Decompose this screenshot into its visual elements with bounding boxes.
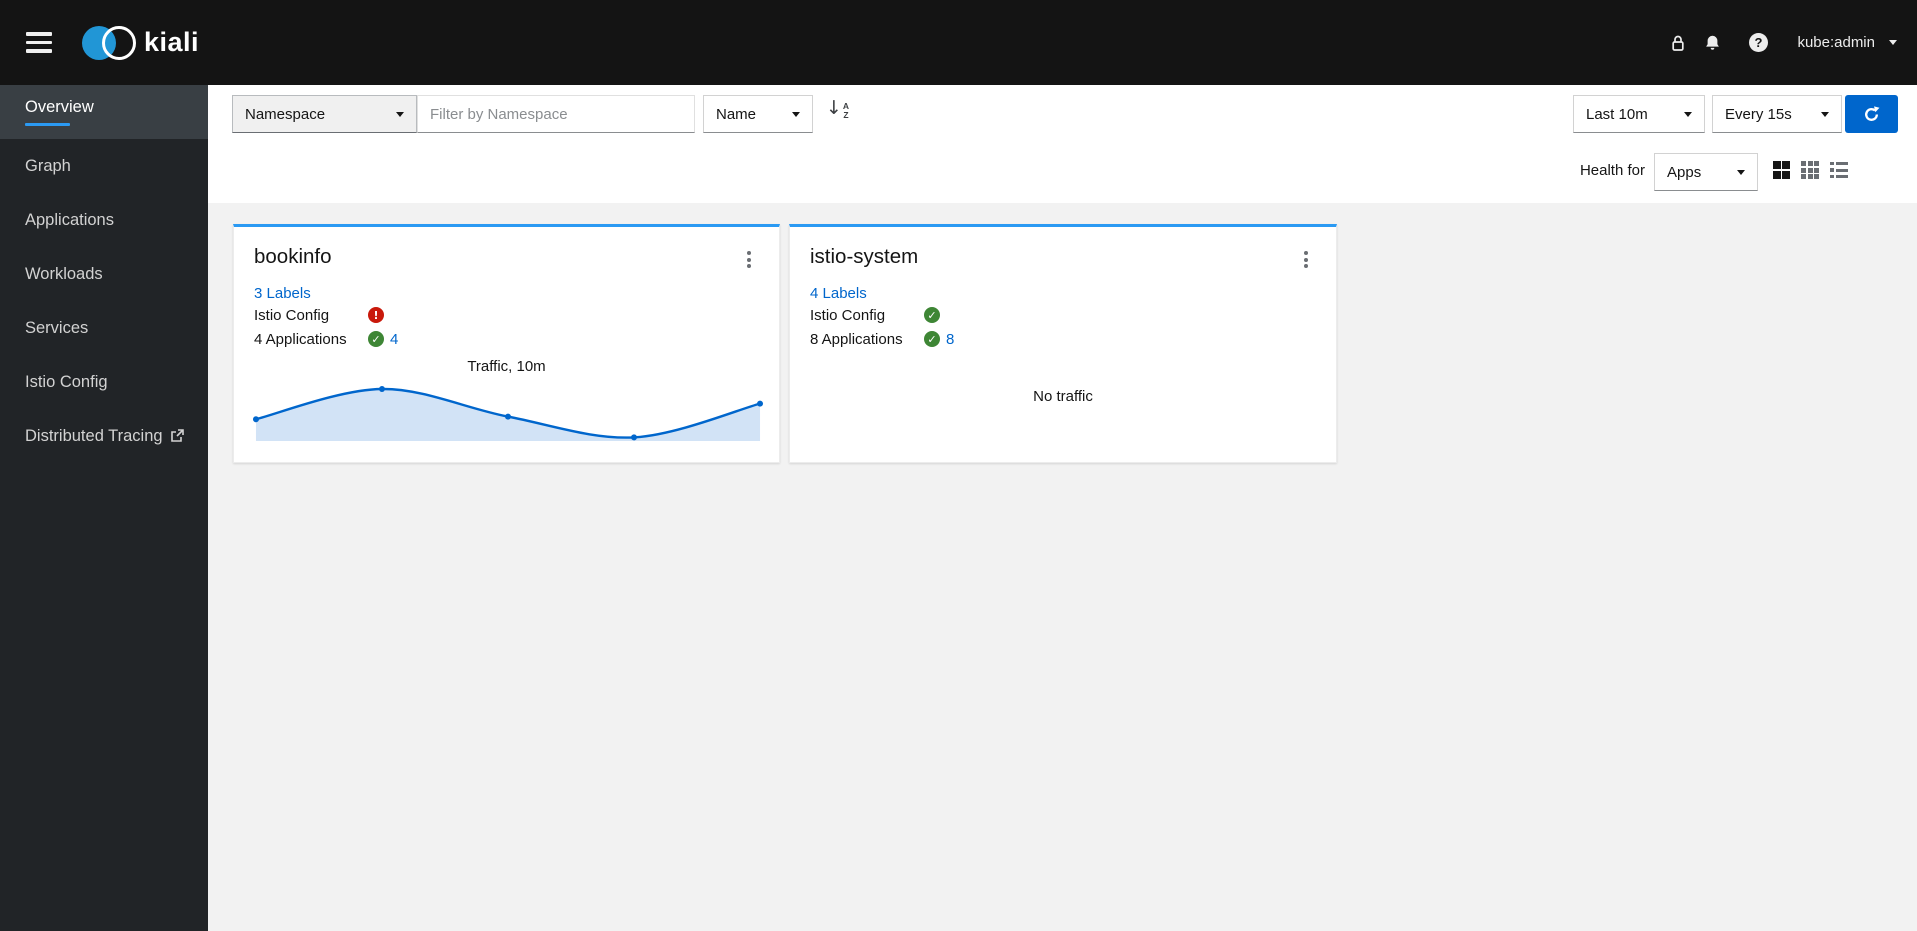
kebab-icon	[1304, 251, 1308, 255]
traffic-sparkline	[251, 383, 765, 442]
namespace-filter-input[interactable]	[417, 95, 695, 133]
filter-type-select[interactable]: Namespace	[232, 95, 417, 133]
masthead: kiali ? kube:admin	[0, 0, 1917, 85]
sort-field-select[interactable]: Name	[703, 95, 813, 133]
sidebar-item-graph[interactable]: Graph	[0, 139, 208, 193]
lock-button[interactable]	[1661, 26, 1695, 60]
caret-down-icon	[396, 111, 404, 117]
view-toggles	[1772, 161, 1849, 179]
toolbar: Namespace Name ↓ AZ Last 10m Every 15s H…	[208, 85, 1917, 203]
success-icon[interactable]: ✓	[924, 307, 940, 323]
filter-type-value: Namespace	[245, 105, 326, 123]
namespace-card-bookinfo: bookinfo 3 Labels Istio Config ! 4 Appli…	[233, 224, 780, 463]
lock-icon	[1672, 35, 1685, 51]
kebab-icon	[747, 251, 751, 255]
caret-down-icon	[792, 111, 800, 117]
istio-config-label: Istio Config	[254, 306, 330, 324]
caret-down-icon	[1821, 111, 1829, 117]
user-menu[interactable]: kube:admin	[1797, 34, 1897, 51]
sort-az-icon: AZ	[842, 101, 850, 120]
sidebar: Overview Graph Applications Workloads Se…	[0, 85, 208, 931]
sidebar-item-istio-config[interactable]: Istio Config	[0, 355, 208, 409]
kiali-logo-icon	[82, 25, 138, 61]
username: kube:admin	[1797, 34, 1875, 51]
refresh-interval-select[interactable]: Every 15s	[1712, 95, 1842, 133]
namespace-card-title: bookinfo	[254, 245, 332, 268]
brand-name: kiali	[144, 27, 200, 57]
health-for-value: Apps	[1667, 163, 1702, 181]
namespace-card-istio-system: istio-system 4 Labels Istio Config ✓ 8 A…	[789, 224, 1337, 463]
masthead-actions: ? kube:admin	[1661, 0, 1897, 85]
applications-label: 8 Applications	[810, 330, 903, 348]
chevron-down-icon	[1889, 40, 1897, 45]
bell-icon	[1706, 35, 1719, 50]
overview-content: bookinfo 3 Labels Istio Config ! 4 Appli…	[208, 203, 1917, 931]
external-link-icon	[170, 429, 184, 443]
health-for-label: Health for	[1579, 162, 1645, 179]
sort-arrow-icon: ↓	[826, 97, 842, 119]
nav-toggle-button[interactable]	[26, 32, 52, 53]
help-icon: ?	[1748, 33, 1768, 52]
duration-value: Last 10m	[1586, 105, 1648, 123]
expand-view-button[interactable]	[1801, 161, 1819, 179]
sort-direction-button[interactable]: ↓ AZ	[826, 99, 849, 119]
help-button[interactable]: ?	[1741, 26, 1775, 60]
error-icon[interactable]: !	[368, 307, 384, 323]
sidebar-item-applications[interactable]: Applications	[0, 193, 208, 247]
success-icon: ✓	[924, 331, 940, 347]
sidebar-item-workloads[interactable]: Workloads	[0, 247, 208, 301]
health-for-select[interactable]: Apps	[1654, 153, 1758, 191]
success-icon: ✓	[368, 331, 384, 347]
kiali-brand[interactable]: kiali	[82, 25, 199, 61]
labels-link[interactable]: 3 Labels	[254, 285, 311, 302]
caret-down-icon	[1684, 111, 1692, 117]
kebab-menu-button[interactable]	[741, 247, 757, 272]
sort-field-value: Name	[716, 105, 757, 123]
sidebar-item-distributed-tracing[interactable]: Distributed Tracing	[0, 409, 208, 463]
labels-link[interactable]: 4 Labels	[810, 285, 867, 302]
sidebar-item-services[interactable]: Services	[0, 301, 208, 355]
compact-view-button[interactable]	[1772, 161, 1790, 179]
expand-grid-icon	[1801, 161, 1819, 179]
no-traffic-text: No traffic	[1033, 388, 1093, 405]
refresh-icon	[1865, 105, 1880, 121]
hamburger-icon	[26, 32, 52, 36]
duration-select[interactable]: Last 10m	[1573, 95, 1705, 133]
applications-count-link[interactable]: 8	[946, 331, 954, 348]
refresh-button[interactable]	[1845, 95, 1898, 133]
applications-count-link[interactable]: 4	[390, 331, 398, 348]
sidebar-item-overview[interactable]: Overview	[0, 85, 208, 139]
applications-label: 4 Applications	[254, 330, 347, 348]
list-view-icon	[1830, 162, 1848, 179]
list-view-button[interactable]	[1830, 162, 1848, 179]
notifications-button[interactable]	[1695, 26, 1729, 60]
namespace-card-title: istio-system	[810, 245, 919, 268]
caret-down-icon	[1737, 169, 1745, 175]
istio-config-label: Istio Config	[810, 306, 886, 324]
traffic-chart-title: Traffic, 10m	[467, 358, 546, 375]
kebab-menu-button[interactable]	[1298, 247, 1314, 272]
refresh-interval-value: Every 15s	[1725, 105, 1792, 123]
compact-grid-icon	[1772, 161, 1790, 179]
